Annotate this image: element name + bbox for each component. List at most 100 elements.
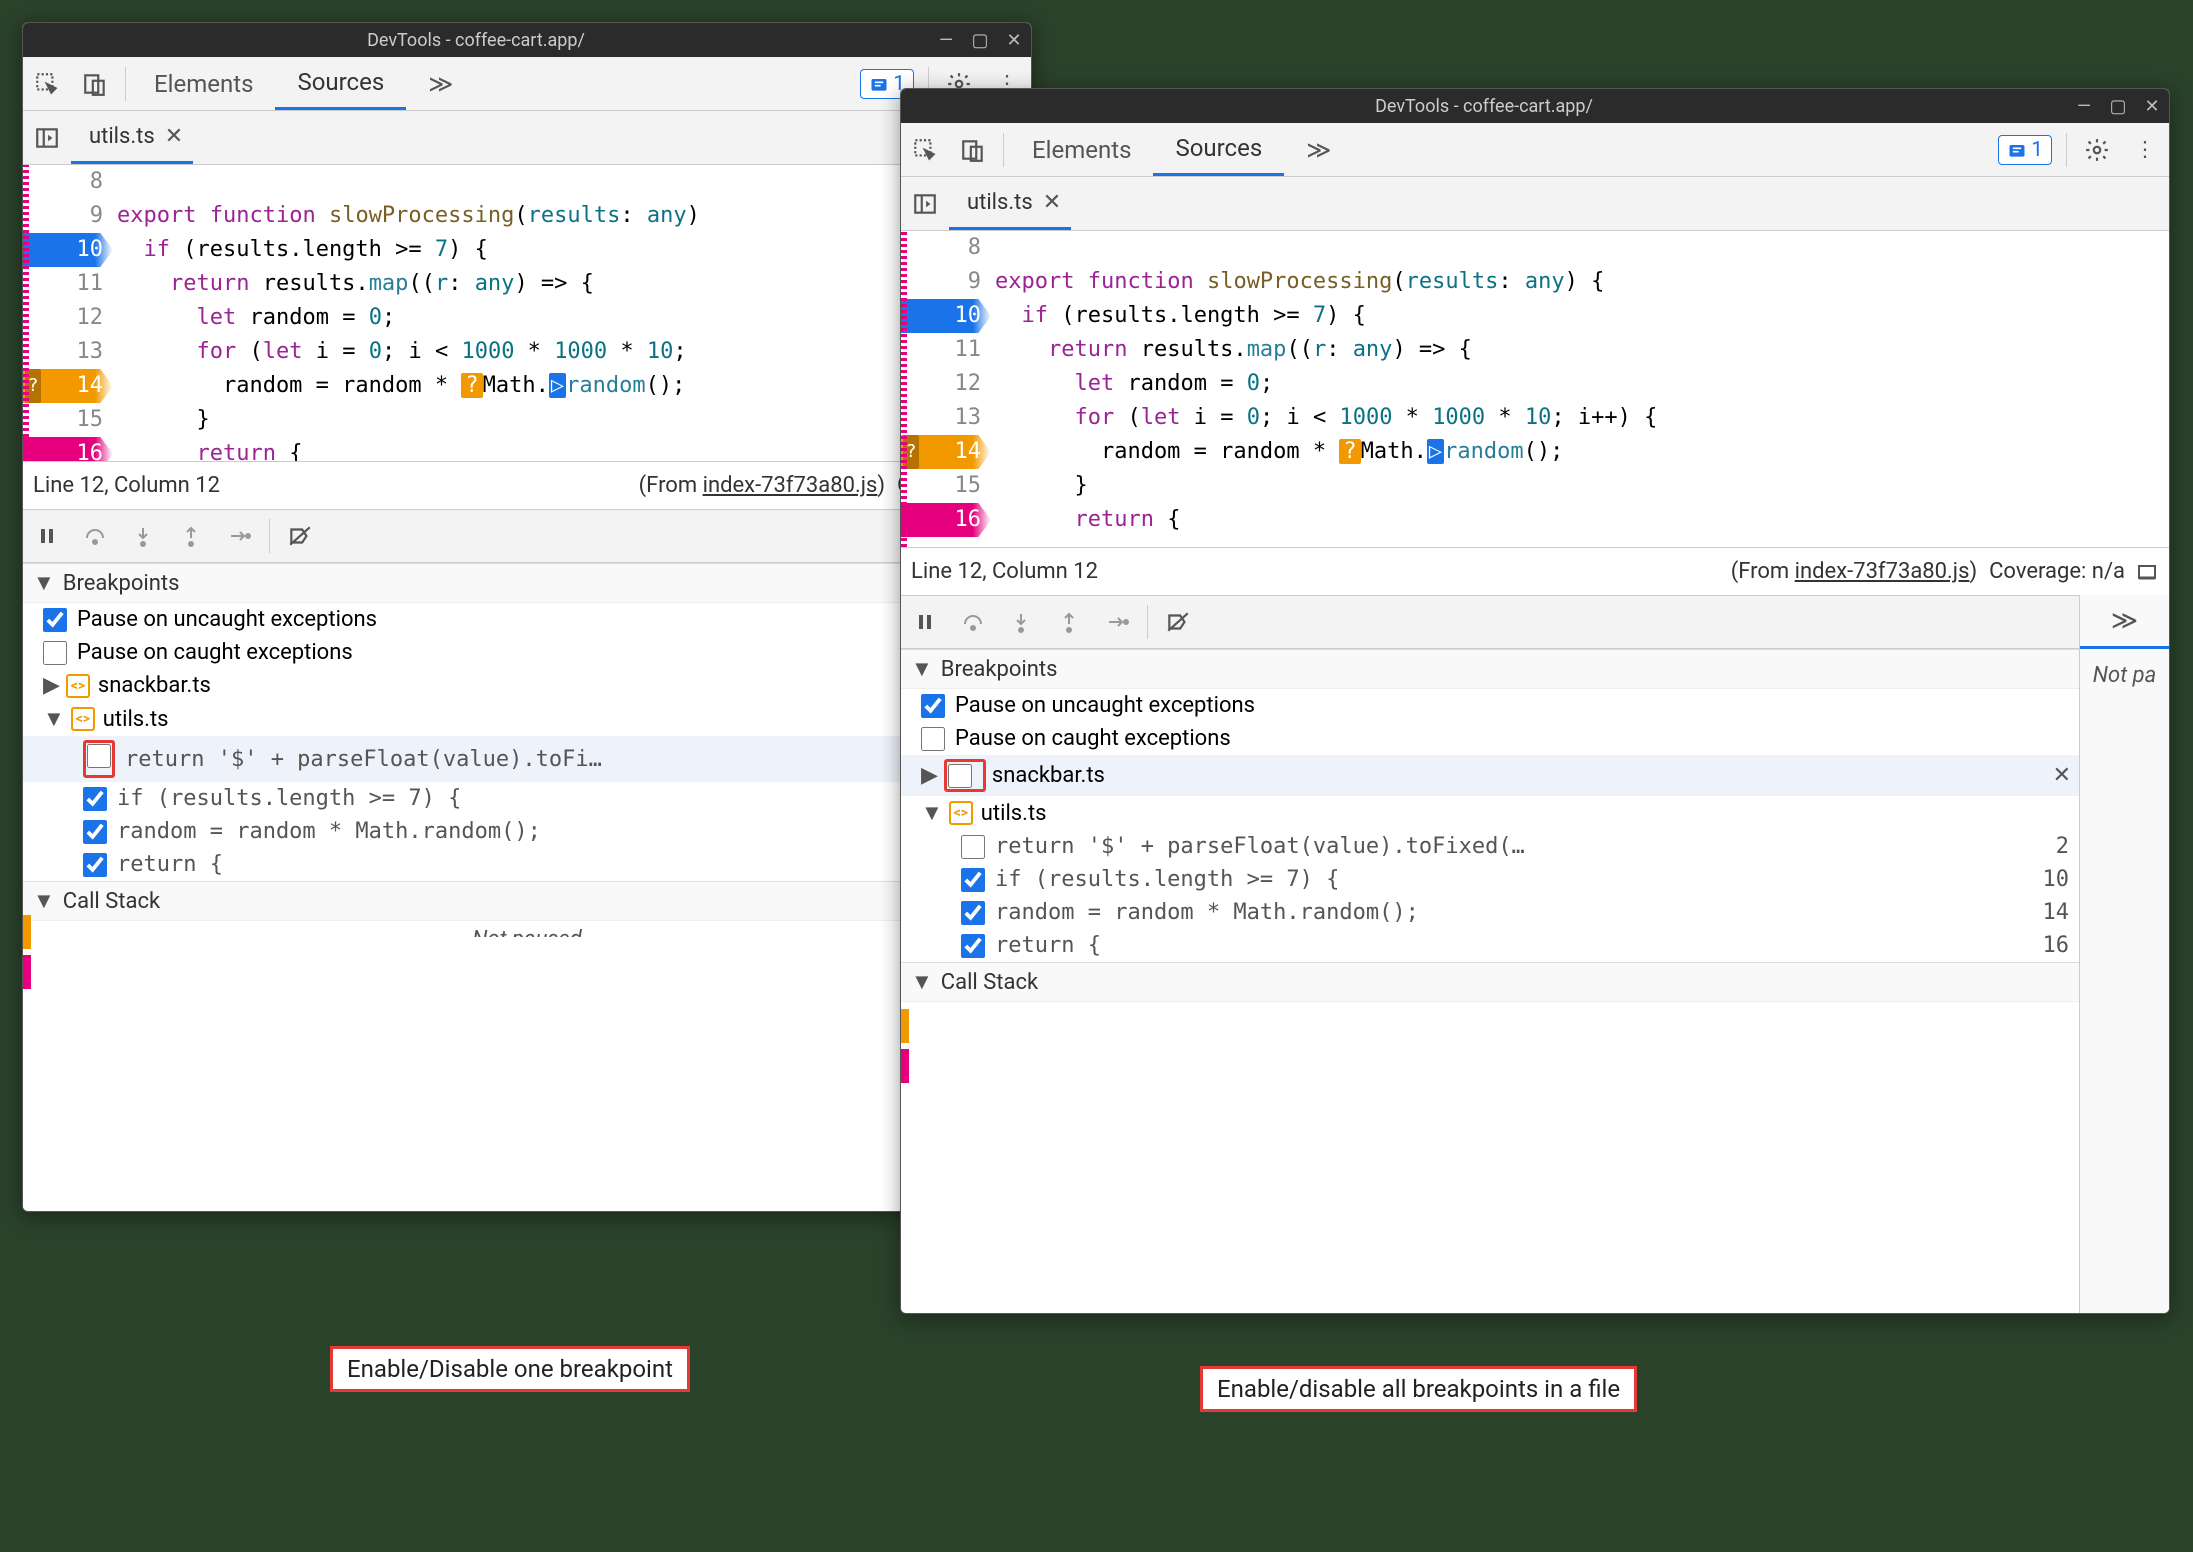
gutter-line[interactable]: 11 <box>901 333 991 367</box>
source-origin[interactable]: (From index-73f73a80.js) <box>639 473 885 498</box>
navigator-toggle-icon[interactable] <box>23 111 71 164</box>
breakpoint-checkbox[interactable] <box>83 820 107 844</box>
breakpoint-checkbox[interactable] <box>961 901 985 925</box>
pause-uncaught-checkbox[interactable] <box>921 694 945 718</box>
step-over-icon[interactable] <box>71 510 119 562</box>
code-editor[interactable]: 8 9export function slowProcessing(result… <box>901 231 2169 547</box>
breakpoint-checkbox[interactable] <box>961 934 985 958</box>
breakpoint-checkbox[interactable] <box>83 787 107 811</box>
deactivate-breakpoints-icon[interactable] <box>276 510 324 562</box>
breakpoint-item[interactable]: random = random * Math.random();14 <box>23 815 1031 848</box>
breakpoints-header[interactable]: ▼Breakpoints <box>901 649 2079 689</box>
code-line[interactable]: for (let i = 0; i < 1000 * 1000 * 10; i+… <box>991 401 2169 435</box>
close-button[interactable]: ✕ <box>2135 96 2169 117</box>
minimize-button[interactable]: — <box>2067 96 2101 117</box>
close-button[interactable]: ✕ <box>997 30 1031 51</box>
code-editor[interactable]: 8 9export function slowProcessing(result… <box>23 165 1031 461</box>
gutter-line[interactable]: 9 <box>901 265 991 299</box>
tab-elements[interactable]: Elements <box>132 57 275 110</box>
more-tabs-icon[interactable]: ≫ <box>2080 595 2169 649</box>
code-line[interactable]: for (let i = 0; i < 1000 * 1000 * 10; <box>113 335 1031 369</box>
breakpoint-item[interactable]: if (results.length >= 7) {10 <box>901 863 2079 896</box>
step-over-icon[interactable] <box>949 596 997 648</box>
pause-uncaught-checkbox[interactable] <box>43 608 67 632</box>
breakpoint-item[interactable]: return '$' + parseFloat(value).toFixed(…… <box>901 830 2079 863</box>
code-line[interactable]: } <box>113 403 1031 437</box>
tab-elements[interactable]: Elements <box>1010 123 1153 176</box>
navigator-toggle-icon[interactable] <box>901 177 949 230</box>
code-line[interactable]: export function slowProcessing(results: … <box>113 199 1031 233</box>
tab-sources[interactable]: Sources <box>275 57 406 110</box>
code-line[interactable] <box>991 231 2169 265</box>
step-into-icon[interactable] <box>119 510 167 562</box>
code-line[interactable]: return results.map((r: any) => { <box>113 267 1031 301</box>
step-icon[interactable] <box>1093 596 1141 648</box>
breakpoints-header[interactable]: ▼Breakpoints <box>23 563 1031 603</box>
pause-caught-checkbox[interactable] <box>921 727 945 751</box>
pause-caught-row[interactable]: Pause on caught exceptions <box>901 722 2079 755</box>
pause-uncaught-row[interactable]: Pause on uncaught exceptions <box>23 603 1031 636</box>
step-out-icon[interactable] <box>1045 596 1093 648</box>
code-line[interactable]: return { <box>991 503 2169 537</box>
breakpoint-item[interactable]: return {16 <box>23 848 1031 881</box>
breakpoint-item[interactable]: return {16 <box>901 929 2079 962</box>
inspect-icon[interactable] <box>901 123 949 176</box>
code-line[interactable]: return { <box>113 437 1031 461</box>
gutter-line[interactable]: 9 <box>23 199 113 233</box>
gutter-line[interactable]: 12 <box>901 367 991 401</box>
gutter-line[interactable]: 8 <box>23 165 113 199</box>
close-icon[interactable]: ✕ <box>1043 190 1061 215</box>
pause-icon[interactable] <box>901 596 949 648</box>
breakpoint-item[interactable]: return '$' + parseFloat(value).toFi…✎✕2 <box>23 736 1031 782</box>
pause-uncaught-row[interactable]: Pause on uncaught exceptions <box>901 689 2079 722</box>
gutter-line[interactable]: 13 <box>901 401 991 435</box>
file-group-utils[interactable]: ▼<> utils.ts <box>23 702 1031 736</box>
gutter-line[interactable]: 15 <box>23 403 113 437</box>
tab-more[interactable]: ≫ <box>406 57 475 110</box>
issues-badge[interactable]: 1 <box>1998 135 2052 165</box>
gutter-line[interactable]: 11 <box>23 267 113 301</box>
file-tab-utils[interactable]: utils.ts ✕ <box>949 177 1071 230</box>
coverage-icon[interactable] <box>2135 560 2159 584</box>
file-group-utils[interactable]: ▼<> utils.ts <box>901 796 2079 830</box>
device-icon[interactable] <box>71 57 119 110</box>
code-line[interactable]: if (results.length >= 7) { <box>113 233 1031 267</box>
pause-caught-checkbox[interactable] <box>43 641 67 665</box>
callstack-header[interactable]: ▼Call Stack <box>901 962 2079 1002</box>
gutter-line[interactable]: ?14 <box>901 435 991 469</box>
kebab-icon[interactable]: ⋮ <box>2121 123 2169 176</box>
code-line[interactable]: export function slowProcessing(results: … <box>991 265 2169 299</box>
code-line[interactable]: return results.map((r: any) => { <box>991 333 2169 367</box>
breakpoint-checkbox[interactable] <box>961 835 985 859</box>
code-line[interactable]: } <box>991 469 2169 503</box>
pause-icon[interactable] <box>23 510 71 562</box>
gutter-line[interactable]: 8 <box>901 231 991 265</box>
code-line[interactable]: let random = 0; <box>991 367 2169 401</box>
breakpoint-checkbox[interactable] <box>83 853 107 877</box>
gutter-line[interactable]: 16 <box>901 503 991 537</box>
step-out-icon[interactable] <box>167 510 215 562</box>
tab-more[interactable]: ≫ <box>1284 123 1353 176</box>
maximize-button[interactable]: ▢ <box>2101 96 2135 117</box>
gutter-line[interactable]: 16 <box>23 437 113 461</box>
gutter-line[interactable]: 10 <box>901 299 991 333</box>
gutter-line[interactable]: ?14 <box>23 369 113 403</box>
code-line[interactable]: random = random * ?Math.▷random(); <box>113 369 1031 403</box>
gutter-line[interactable]: 12 <box>23 301 113 335</box>
close-icon[interactable]: ✕ <box>165 124 183 149</box>
code-line[interactable]: random = random * ?Math.▷random(); <box>991 435 2169 469</box>
source-origin[interactable]: (From index-73f73a80.js) <box>1731 559 1977 584</box>
code-line[interactable] <box>113 165 1031 199</box>
gutter-line[interactable]: 10 <box>23 233 113 267</box>
callstack-header[interactable]: ▼Call Stack <box>23 881 1031 921</box>
step-into-icon[interactable] <box>997 596 1045 648</box>
breakpoint-item[interactable]: random = random * Math.random();14 <box>901 896 2079 929</box>
file-group-snackbar[interactable]: ▶<> snackbar.ts <box>23 669 1031 702</box>
gutter-line[interactable]: 13 <box>23 335 113 369</box>
file-tab-utils[interactable]: utils.ts ✕ <box>71 111 193 164</box>
gutter-line[interactable]: 15 <box>901 469 991 503</box>
deactivate-breakpoints-icon[interactable] <box>1154 596 1202 648</box>
step-icon[interactable] <box>215 510 263 562</box>
inspect-icon[interactable] <box>23 57 71 110</box>
device-icon[interactable] <box>949 123 997 176</box>
